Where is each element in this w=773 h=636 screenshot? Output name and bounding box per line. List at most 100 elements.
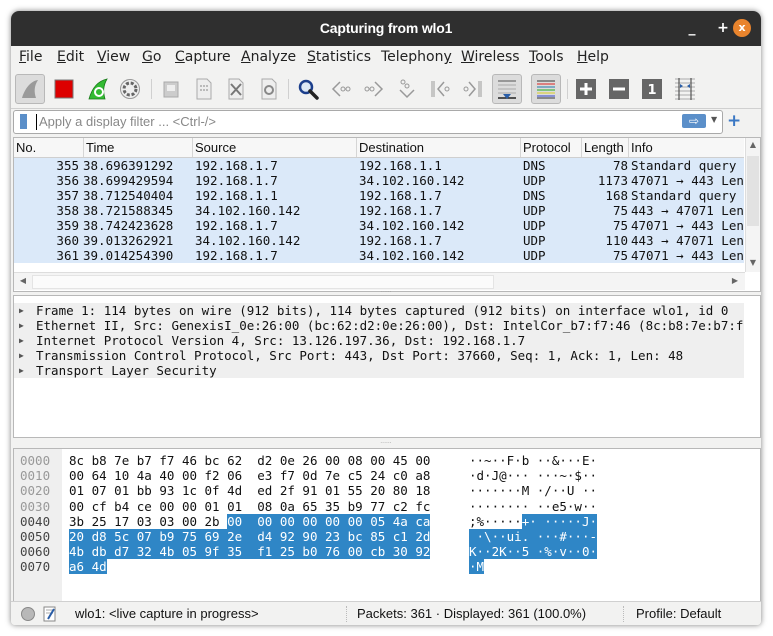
- ascii-char[interactable]: ·: [499, 453, 507, 468]
- menu-wireless[interactable]: Wireless: [461, 49, 520, 65]
- hex-byte[interactable]: 4a: [137, 468, 152, 483]
- ascii-char[interactable]: ·: [477, 499, 485, 514]
- ascii-char[interactable]: ·: [559, 513, 567, 529]
- ascii-char[interactable]: ·: [522, 468, 530, 483]
- zoom-out-button[interactable]: [604, 74, 634, 104]
- menu-view[interactable]: View: [97, 49, 130, 65]
- menu-statistics[interactable]: Statistics: [307, 49, 371, 65]
- go-last-button[interactable]: [458, 74, 488, 104]
- hex-byte[interactable]: 17: [114, 514, 129, 529]
- maximize-button[interactable]: +: [714, 19, 732, 37]
- ascii-char[interactable]: ·: [537, 468, 545, 483]
- ascii-char[interactable]: ·: [544, 529, 552, 544]
- profile-text[interactable]: Profile: Default: [636, 606, 721, 621]
- ascii-char[interactable]: U: [567, 483, 575, 498]
- packet-row[interactable]: 355 38.696391292 192.168.1.7 192.168.1.1 DNS…: [14, 158, 744, 173]
- ascii-char[interactable]: [574, 483, 582, 498]
- ascii-char[interactable]: ·: [529, 513, 537, 529]
- hex-byte[interactable]: 10: [114, 468, 129, 483]
- ascii-char[interactable]: ·: [492, 499, 500, 514]
- close-button[interactable]: x: [733, 19, 751, 37]
- ascii-char[interactable]: ·: [514, 453, 522, 468]
- hex-byte[interactable]: e3: [257, 468, 272, 483]
- ascii-char[interactable]: #: [559, 529, 567, 544]
- packet-row[interactable]: 357 38.712540404 192.168.1.1 192.168.1.7 DNS…: [14, 188, 744, 203]
- hex-byte[interactable]: 00: [182, 514, 197, 529]
- reload-file-button[interactable]: [254, 74, 284, 104]
- hex-byte[interactable]: 01: [69, 483, 84, 498]
- hex-byte[interactable]: c0: [393, 468, 408, 483]
- filter-history-dropdown[interactable]: ▼: [711, 115, 717, 124]
- hex-byte[interactable]: f7: [159, 453, 174, 468]
- hex-byte[interactable]: 4d: [91, 559, 107, 575]
- hex-byte[interactable]: 01: [114, 483, 129, 498]
- hex-byte[interactable]: 00: [159, 499, 174, 514]
- menu-tools[interactable]: Tools: [529, 49, 564, 65]
- expand-arrow-icon[interactable]: ▶: [19, 303, 24, 318]
- hex-byte[interactable]: fc: [415, 499, 430, 514]
- hex-byte[interactable]: 4b: [69, 544, 92, 560]
- ascii-char[interactable]: ·: [499, 529, 507, 544]
- ascii-char[interactable]: ·: [544, 513, 552, 529]
- hex-byte[interactable]: 0d: [302, 468, 317, 483]
- ascii-char[interactable]: ·: [491, 529, 499, 544]
- hex-byte[interactable]: 00: [257, 513, 280, 529]
- ascii-char[interactable]: ·: [567, 453, 575, 468]
- open-file-button[interactable]: [156, 74, 186, 104]
- hex-byte[interactable]: 7e: [114, 453, 129, 468]
- ascii-char[interactable]: 5: [521, 544, 529, 560]
- menu-help[interactable]: Help: [577, 49, 609, 65]
- ascii-char[interactable]: E: [582, 453, 590, 468]
- ascii-char[interactable]: ·: [552, 468, 560, 483]
- zoom-in-button[interactable]: [571, 74, 601, 104]
- hex-byte[interactable]: b7: [137, 453, 152, 468]
- detail-tree-item[interactable]: ▶ Frame 1: 114 bytes on wire (912 bits), …: [14, 303, 744, 318]
- hex-byte[interactable]: 93: [159, 483, 174, 498]
- hex-byte[interactable]: a8: [415, 468, 430, 483]
- hex-byte[interactable]: 30: [392, 544, 416, 560]
- ascii-char[interactable]: ·: [544, 468, 552, 483]
- hex-byte[interactable]: 06: [227, 468, 242, 483]
- hex-byte[interactable]: 1c: [182, 483, 197, 498]
- restart-capture-button[interactable]: [83, 74, 113, 104]
- hex-byte[interactable]: 2b: [205, 514, 228, 529]
- hex-byte[interactable]: ca: [415, 513, 430, 529]
- ascii-char[interactable]: ·: [469, 468, 477, 483]
- hex-byte[interactable]: 00: [227, 513, 258, 529]
- stop-capture-button[interactable]: [49, 74, 79, 104]
- expert-info-led-icon[interactable]: [21, 607, 35, 621]
- menu-edit[interactable]: Edit: [57, 49, 84, 65]
- ascii-char[interactable]: ·: [567, 468, 575, 483]
- ascii-char[interactable]: ·: [589, 544, 597, 560]
- ascii-char[interactable]: ·: [469, 559, 477, 575]
- ascii-char[interactable]: ·: [574, 453, 582, 468]
- packet-row[interactable]: 356 38.699429594 192.168.1.7 34.102.160.142…: [14, 173, 744, 188]
- hex-byte[interactable]: 55: [348, 483, 363, 498]
- ascii-char[interactable]: b: [522, 453, 530, 468]
- ascii-char[interactable]: ·: [514, 544, 522, 560]
- ascii-char[interactable]: ·: [484, 468, 492, 483]
- hex-byte[interactable]: 7e: [325, 468, 340, 483]
- ascii-char[interactable]: ·: [551, 513, 559, 529]
- hex-byte[interactable]: b4: [114, 499, 129, 514]
- expand-arrow-icon[interactable]: ▶: [19, 348, 24, 363]
- autoscroll-button[interactable]: [492, 74, 522, 104]
- hex-byte[interactable]: 45: [393, 453, 408, 468]
- hex-byte[interactable]: d4: [257, 529, 280, 544]
- hex-byte[interactable]: 4d: [227, 483, 242, 498]
- hex-byte[interactable]: 23: [325, 529, 348, 544]
- hex-byte[interactable]: 4b: [159, 544, 182, 560]
- detail-tree-item[interactable]: ▶ Internet Protocol Version 4, Src: 13.12…: [14, 333, 744, 348]
- ascii-char[interactable]: ·: [566, 544, 574, 560]
- hex-byte[interactable]: 00: [279, 513, 303, 529]
- expand-arrow-icon[interactable]: ▶: [19, 363, 24, 378]
- hex-byte[interactable]: 91: [302, 483, 317, 498]
- ascii-char[interactable]: 5: [559, 499, 567, 514]
- scroll-left-arrow[interactable]: ◀: [16, 276, 30, 288]
- ascii-char[interactable]: ·: [551, 544, 559, 560]
- hex-byte[interactable]: 92: [415, 544, 430, 560]
- go-forward-button[interactable]: [359, 74, 389, 104]
- ascii-char[interactable]: .: [521, 529, 529, 544]
- ascii-char[interactable]: [536, 513, 545, 529]
- packet-row[interactable]: 361 39.014254390 192.168.1.7 34.102.160.142…: [14, 248, 744, 263]
